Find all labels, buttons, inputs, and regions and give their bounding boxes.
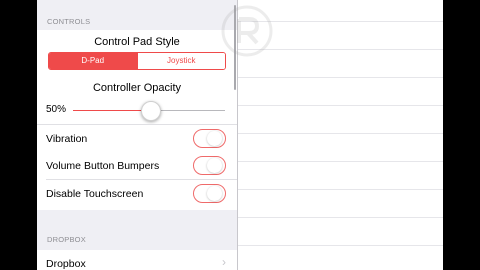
vibration-label: Vibration [46, 133, 88, 145]
segment-dpad[interactable]: D-Pad [49, 53, 137, 69]
controller-opacity-value: 50% [46, 104, 67, 115]
toggle-row-volume-button-bumpers: Volume Button Bumpers [37, 152, 237, 180]
toggle-knob [207, 158, 222, 173]
slider-thumb[interactable] [141, 101, 161, 121]
slider-track-filled [73, 110, 149, 111]
watermark-logo-icon [221, 5, 273, 57]
screen: CONTROLS Control Pad Style D-Pad Joystic… [37, 0, 443, 270]
detail-row-separator [238, 133, 443, 134]
control-pad-style-label: Control Pad Style [94, 36, 180, 48]
controls-card: Control Pad Style D-Pad Joystick Control… [37, 30, 237, 210]
controls-section-header: CONTROLS [47, 17, 91, 26]
control-pad-style-segmented-control: D-Pad Joystick [48, 52, 226, 70]
toggle-row-vibration: Vibration [37, 124, 237, 153]
detail-row-separator [238, 217, 443, 218]
segment-joystick[interactable]: Joystick [136, 53, 225, 69]
volume-button-bumpers-label: Volume Button Bumpers [46, 160, 160, 172]
dropbox-section-header: DROPBOX [47, 235, 86, 244]
detail-row-separator [238, 189, 443, 190]
toggle-row-disable-touchscreen: Disable Touchscreen [37, 180, 237, 208]
detail-row-separator [238, 105, 443, 106]
dropbox-row[interactable]: Dropbox › [37, 250, 237, 270]
volume-button-bumpers-toggle[interactable] [193, 156, 226, 175]
detail-row-separator [238, 77, 443, 78]
settings-panel: CONTROLS Control Pad Style D-Pad Joystic… [37, 0, 237, 270]
chevron-right-icon: › [222, 255, 226, 269]
controller-opacity-label: Controller Opacity [92, 82, 182, 94]
disable-touchscreen-label: Disable Touchscreen [46, 188, 144, 200]
dropbox-label: Dropbox [46, 258, 86, 270]
toggle-knob [207, 186, 222, 201]
controller-opacity-slider[interactable]: 50% [37, 98, 237, 122]
vibration-toggle[interactable] [193, 129, 226, 148]
detail-row-separator [238, 161, 443, 162]
disable-touchscreen-toggle[interactable] [193, 184, 226, 203]
toggle-knob [207, 131, 222, 146]
detail-row-separator [238, 245, 443, 246]
